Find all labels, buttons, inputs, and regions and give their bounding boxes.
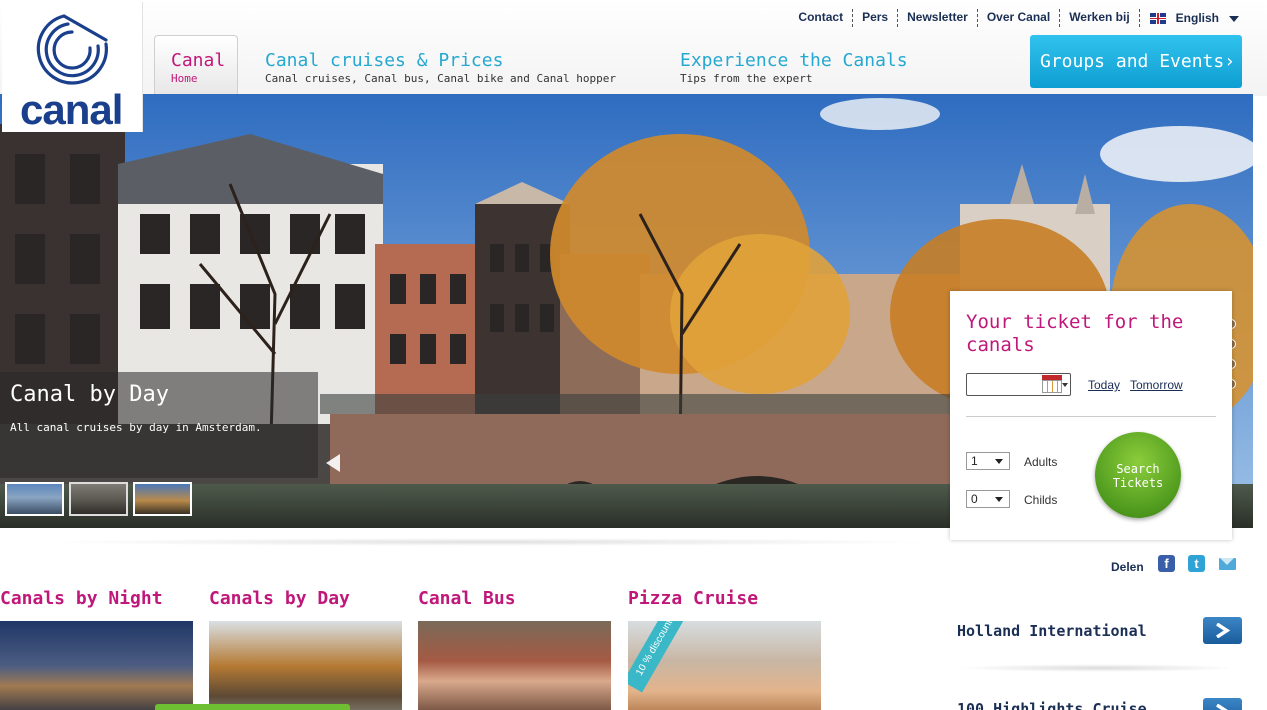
chevron-down-icon <box>1229 16 1239 22</box>
side-link-title: 100 Highlights Cruise <box>957 700 1147 710</box>
nav-experience-canals[interactable]: Experience the Canals Tips from the expe… <box>680 50 908 85</box>
site-header: Contact Pers Newsletter Over Canal Werke… <box>0 0 1267 97</box>
nav-experience-title: Experience the Canals <box>680 50 908 71</box>
adults-select[interactable]: 1 <box>966 452 1010 470</box>
arrow-right-button[interactable] <box>1203 698 1242 710</box>
nav-cruises-title: Canal cruises & Prices <box>265 50 504 71</box>
side-link-holland-international[interactable]: Holland International <box>957 622 1147 640</box>
product-title: Canals by Night <box>0 588 163 609</box>
top-link-contact[interactable]: Contact <box>789 9 854 27</box>
adults-label: Adults <box>1024 455 1058 469</box>
divider <box>40 538 940 546</box>
twitter-icon[interactable]: t <box>1188 555 1205 572</box>
share-label: Delen <box>1111 560 1144 574</box>
hero-caption-subtitle: All canal cruises by day in Amsterdam. <box>10 421 262 434</box>
ticket-widget: Your ticket for the canals Today Tomorro… <box>950 291 1232 540</box>
product-image[interactable]: 10 % discount <box>628 621 821 710</box>
childs-label: Childs <box>1024 493 1058 507</box>
hero-caption: Canal by Day All canal cruises by day in… <box>0 372 318 478</box>
slide-thumbnail[interactable] <box>69 482 128 516</box>
nav-home-subtitle: Home <box>171 72 198 85</box>
chevron-down-icon <box>995 459 1003 464</box>
language-label: English <box>1175 11 1219 25</box>
nav-cruises-subtitle: Canal cruises, Canal bus, Canal bike and… <box>265 72 616 85</box>
product-card[interactable]: Pizza Cruise 10 % discount <box>628 588 822 710</box>
tomorrow-link[interactable]: Tomorrow <box>1130 378 1183 392</box>
product-title: Pizza Cruise <box>628 588 759 609</box>
canal-logo-icon <box>36 14 108 85</box>
mail-icon[interactable] <box>1219 558 1236 570</box>
divider <box>966 416 1216 417</box>
slide-thumbnail[interactable] <box>5 482 64 516</box>
nav-experience-subtitle: Tips from the expert <box>680 72 813 85</box>
groups-events-button[interactable]: Groups and Events› <box>1030 35 1242 88</box>
nav-home-title: Canal <box>171 50 226 71</box>
ticket-title: Your ticket for the canals <box>966 311 1184 356</box>
top-link-newsletter[interactable]: Newsletter <box>898 9 978 27</box>
arrow-right-button[interactable] <box>1203 617 1242 644</box>
product-title: Canals by Day <box>209 588 350 609</box>
side-link-highlights-cruise[interactable]: 100 Highlights Cruise <box>957 700 1147 710</box>
calendar-icon[interactable] <box>1042 375 1068 393</box>
today-link[interactable]: Today <box>1088 378 1120 392</box>
product-card[interactable]: Canal Bus <box>418 588 612 710</box>
slide-thumbnail[interactable] <box>133 482 192 516</box>
arrow-right-icon <box>1216 704 1228 710</box>
childs-select-value: 0 <box>971 492 978 506</box>
product-card[interactable]: Canals by Day <box>209 588 403 710</box>
divider <box>957 664 1239 672</box>
product-card[interactable]: Canals by Night <box>0 588 194 710</box>
canal-logo[interactable]: canal <box>2 2 143 133</box>
uk-flag-icon <box>1149 12 1166 24</box>
adults-select-value: 1 <box>971 454 978 468</box>
top-links: Contact Pers Newsletter Over Canal Werke… <box>789 9 1239 27</box>
green-strip <box>155 704 350 710</box>
search-tickets-button[interactable]: Search Tickets <box>1095 432 1181 518</box>
slide-prev-arrow-icon[interactable] <box>326 454 340 472</box>
product-image[interactable] <box>0 621 193 710</box>
product-image[interactable] <box>418 621 611 710</box>
language-selector[interactable]: English <box>1140 11 1239 25</box>
arrow-right-icon <box>1216 623 1231 638</box>
discount-badge: 10 % discount <box>628 621 688 693</box>
chevron-down-icon <box>995 497 1003 502</box>
top-link-werken-bij[interactable]: Werken bij <box>1060 9 1140 27</box>
childs-select[interactable]: 0 <box>966 490 1010 508</box>
top-link-over-canal[interactable]: Over Canal <box>978 9 1061 27</box>
nav-home-tab[interactable]: Canal Home <box>154 35 238 97</box>
logo-wordmark: canal <box>20 86 123 133</box>
hero-caption-title: Canal by Day <box>10 382 169 407</box>
product-title: Canal Bus <box>418 588 516 609</box>
facebook-icon[interactable]: f <box>1158 555 1175 572</box>
product-image[interactable] <box>209 621 402 710</box>
top-link-pers[interactable]: Pers <box>853 9 899 27</box>
nav-cruises-prices[interactable]: Canal cruises & Prices Canal cruises, Ca… <box>265 50 616 85</box>
side-link-title: Holland International <box>957 622 1147 640</box>
